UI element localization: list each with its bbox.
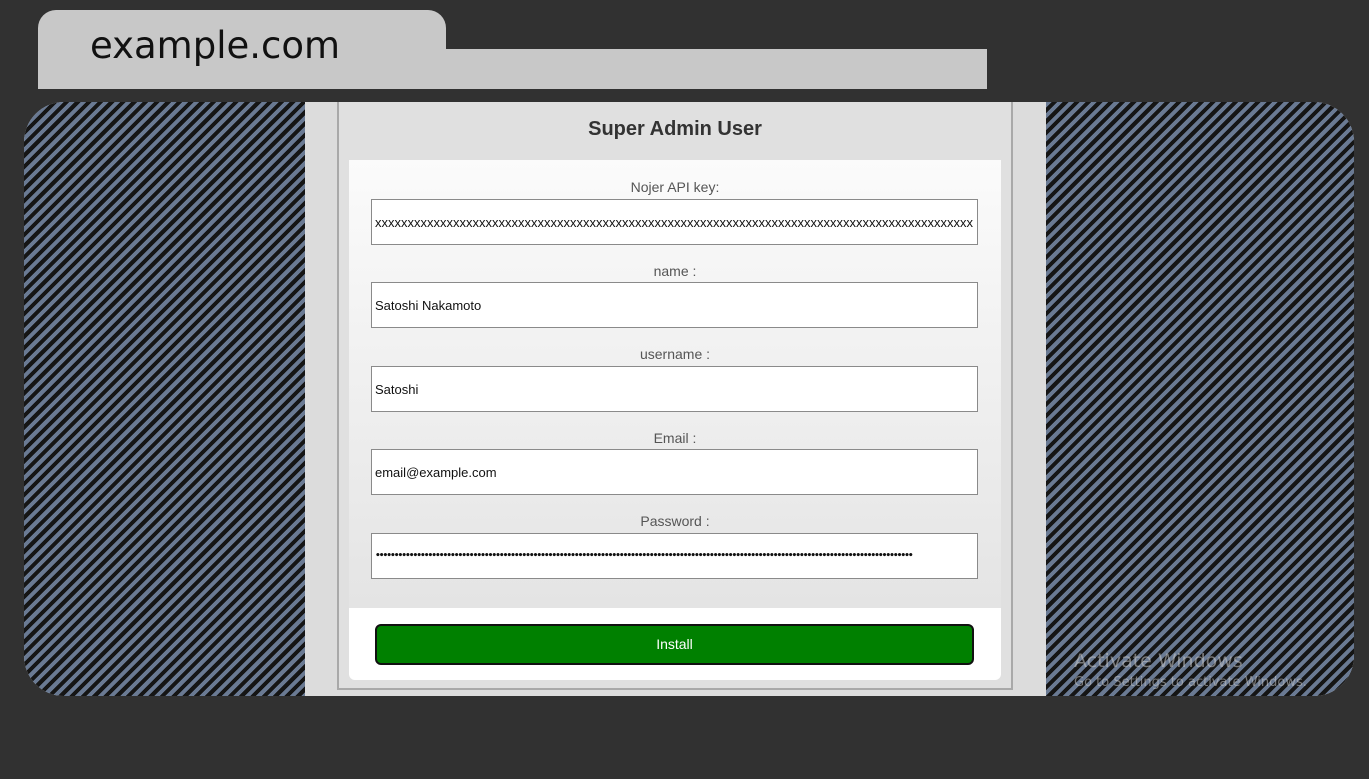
password-input[interactable]	[371, 533, 978, 579]
api-key-input[interactable]	[371, 199, 978, 245]
install-button[interactable]: Install	[375, 624, 974, 665]
username-label: username :	[639, 346, 711, 362]
form-actions: Install	[349, 608, 1001, 680]
address-bar[interactable]	[430, 49, 987, 89]
email-label: Email :	[653, 430, 697, 446]
password-label: Password :	[640, 513, 710, 529]
activation-watermark: Activate Windows Go to Settings to activ…	[1074, 650, 1307, 690]
name-input[interactable]	[371, 282, 978, 328]
watermark-subtitle: Go to Settings to activate Windows.	[1074, 675, 1307, 690]
striped-background-right	[1046, 102, 1354, 696]
striped-background-left	[24, 102, 305, 696]
browser-tab[interactable]: example.com	[38, 10, 446, 89]
watermark-title: Activate Windows	[1074, 650, 1243, 672]
username-input[interactable]	[371, 366, 978, 412]
install-form-panel: Super Admin User Nojer API key: name : u…	[337, 102, 1013, 690]
page-viewport: Super Admin User Nojer API key: name : u…	[24, 102, 1354, 696]
tab-title: example.com	[90, 24, 341, 67]
api-key-label: Nojer API key:	[630, 179, 720, 195]
name-label: name :	[653, 263, 697, 279]
form-title: Super Admin User	[588, 118, 762, 140]
email-input[interactable]	[371, 449, 978, 495]
form-body: Nojer API key: name : username : Email :…	[349, 160, 1001, 608]
